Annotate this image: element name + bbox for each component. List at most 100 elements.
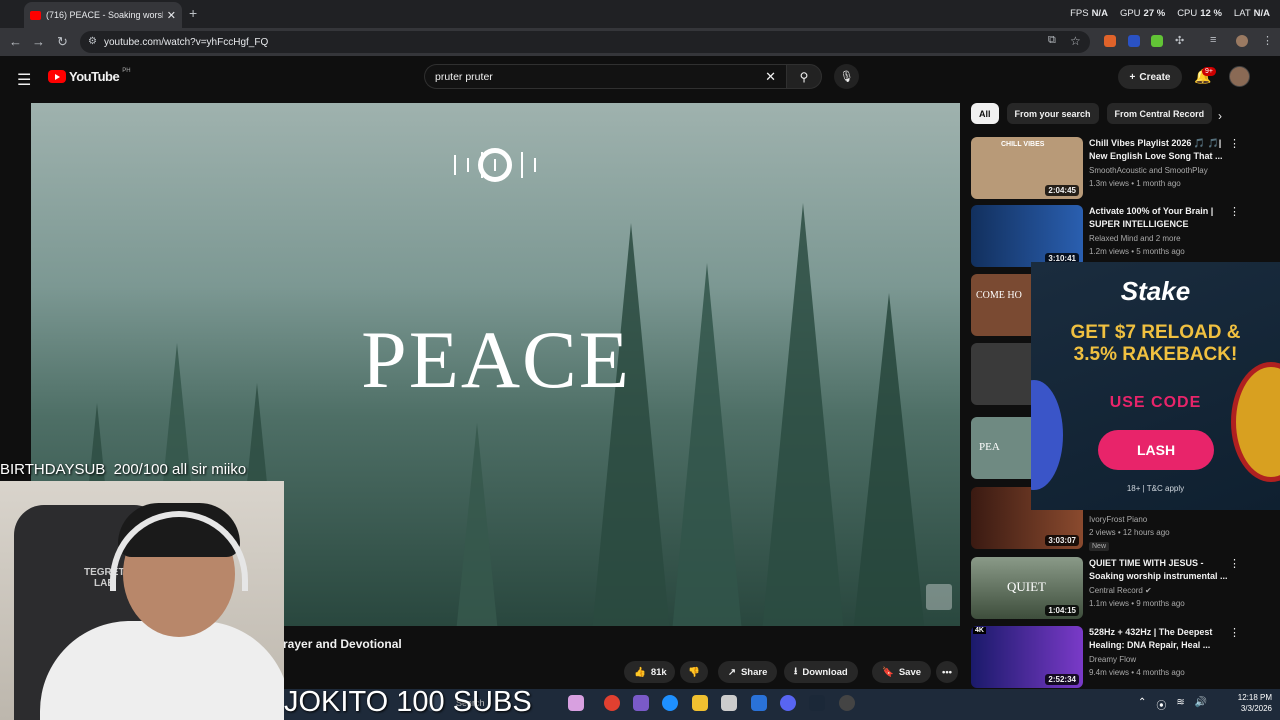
recommendation-item[interactable]: 3:10:41 Activate 100% of Your Brain | SU… — [971, 205, 1271, 269]
site-info-icon[interactable]: ⚙ — [88, 36, 97, 47]
file-explorer-icon[interactable] — [692, 695, 708, 711]
video-meta: 1.1m views • 9 months ago — [1089, 599, 1185, 608]
volume-icon[interactable]: 🔊 — [1195, 697, 1207, 712]
save-button[interactable]: 🔖 Save — [872, 661, 932, 683]
thumbs-up-icon: 👍 — [634, 666, 646, 678]
system-tray-icons: ⌃ ⦿ ≋ 🔊 — [1138, 697, 1207, 712]
tab-title: (716) PEACE - Soaking worship — [46, 10, 163, 20]
voice-search-button[interactable]: 🎙 — [834, 64, 859, 89]
location-icon[interactable]: ⦿ — [1156, 697, 1166, 712]
wifi-icon[interactable]: ≋ — [1176, 697, 1184, 712]
chip-from-your-search[interactable]: From your search — [1006, 103, 1099, 124]
video-meta: 1.3m views • 1 month ago — [1089, 179, 1181, 188]
chevron-right-icon[interactable]: › — [1218, 109, 1222, 123]
video-thumbnail[interactable]: 4K 2:52:34 — [971, 626, 1083, 688]
browser-tab-bar: (716) PEACE - Soaking worship ✕ + FPS N/A… — [0, 0, 1280, 28]
profile-avatar-icon[interactable] — [1236, 35, 1248, 47]
more-vertical-icon[interactable]: ⋮ — [1229, 557, 1240, 570]
share-button[interactable]: ↗ Share — [718, 661, 778, 683]
video-overlay-title: PEACE — [361, 314, 631, 405]
video-thumbnail[interactable]: CHILL VIBES 2:04:45 — [971, 137, 1083, 199]
more-vertical-icon[interactable]: ⋮ — [1229, 205, 1240, 218]
discord-icon[interactable] — [780, 695, 796, 711]
more-vertical-icon[interactable]: ⋮ — [1229, 137, 1240, 150]
video-meta: 9.4m views • 4 months ago — [1089, 668, 1185, 677]
chevron-up-icon[interactable]: ⌃ — [1138, 697, 1146, 712]
channel-name[interactable]: IvoryFrost Piano — [1089, 515, 1147, 524]
youtube-logo[interactable]: YouTube PH — [48, 68, 131, 84]
share-icon: ↗ — [728, 666, 736, 678]
recommendation-item[interactable]: 4K 2:52:34 528Hz + 432Hz | The Deepest H… — [971, 626, 1271, 690]
ad-brand: Stake — [1120, 276, 1191, 306]
close-tab-icon[interactable]: ✕ — [167, 9, 176, 22]
install-app-icon[interactable]: ⧉ — [1048, 34, 1056, 47]
chip-all[interactable]: All — [971, 103, 999, 124]
channel-watermark-icon[interactable] — [926, 584, 952, 610]
browser-tab[interactable]: (716) PEACE - Soaking worship ✕ — [24, 2, 182, 28]
video-meta: 2 views • 12 hours ago — [1089, 528, 1170, 537]
video-thumbnail[interactable]: QUIET 1:04:15 — [971, 557, 1083, 619]
steam-icon[interactable] — [809, 695, 825, 711]
channel-name[interactable]: Central Record ✔ — [1089, 586, 1152, 595]
store-icon[interactable] — [721, 695, 737, 711]
ad-code-button: LASH — [1098, 430, 1214, 470]
reload-icon[interactable]: ↻ — [57, 34, 68, 50]
app-icon[interactable] — [568, 695, 584, 711]
more-vertical-icon[interactable]: ⋮ — [1229, 626, 1240, 639]
microphone-icon: 🎙 — [839, 71, 854, 83]
back-icon[interactable]: ← — [9, 34, 22, 49]
video-title[interactable]: 528Hz + 432Hz | The Deepest Healing: DNA… — [1089, 626, 1229, 652]
ad-headline: GET $7 RELOAD & 3.5% RAKEBACK! — [1070, 322, 1241, 365]
notification-count-badge: 9+ — [1202, 67, 1216, 76]
forward-icon[interactable]: → — [32, 34, 45, 49]
duration-badge: 2:52:34 — [1045, 674, 1079, 685]
system-clock[interactable]: 12:18 PM 3/3/2026 — [1238, 692, 1272, 714]
hamburger-menu-icon[interactable]: ☰ — [17, 70, 31, 90]
bookmark-star-icon[interactable]: ☆ — [1070, 34, 1081, 48]
chip-from-central-record[interactable]: From Central Record — [1106, 103, 1213, 124]
duration-badge: 1:04:15 — [1045, 605, 1079, 616]
search-button[interactable]: ⚲ — [786, 64, 822, 89]
lat-stat: LAT N/A — [1233, 8, 1270, 19]
video-title: rayer and Devotional — [283, 637, 402, 651]
copilot-icon[interactable] — [633, 695, 649, 711]
channel-name[interactable]: Dreamy Flow — [1089, 655, 1136, 664]
video-thumbnail[interactable]: 3:10:41 — [971, 205, 1083, 267]
mail-icon[interactable] — [751, 695, 767, 711]
cpu-stat: CPU 12 % — [1177, 8, 1222, 19]
url-bar[interactable]: ⚙ youtube.com/watch?v=yhFccHgf_FQ — [80, 31, 1090, 53]
channel-name[interactable]: SmoothAcoustic and SmoothPlay — [1089, 166, 1208, 175]
extension-icon[interactable] — [1151, 35, 1163, 47]
chrome-icon[interactable] — [604, 695, 620, 711]
edge-icon[interactable] — [662, 695, 678, 711]
extension-icon[interactable] — [1128, 35, 1140, 47]
browser-menu-icon[interactable]: ⋮ — [1262, 34, 1273, 47]
extensions-puzzle-icon[interactable]: ✣ — [1175, 34, 1184, 47]
more-actions-button[interactable]: ••• — [936, 661, 958, 683]
webcam-feed: TEGRET LAB — [0, 481, 284, 720]
video-title[interactable]: Activate 100% of Your Brain | SUPER INTE… — [1089, 205, 1229, 232]
more-horizontal-icon: ••• — [942, 666, 952, 678]
sponsor-ad-overlay: Stake GET $7 RELOAD & 3.5% RAKEBACK! USE… — [1031, 262, 1280, 510]
birthday-sub-text: BIRTHDAYSUB 200/100 all sir miiko — [0, 461, 247, 478]
recommendation-item[interactable]: CHILL VIBES 2:04:45 Chill Vibes Playlist… — [971, 137, 1271, 201]
new-tab-icon[interactable]: + — [189, 5, 197, 21]
search-value: pruter pruter — [435, 70, 493, 83]
recommendation-item[interactable]: QUIET 1:04:15 QUIET TIME WITH JESUS - So… — [971, 557, 1271, 621]
clear-search-icon[interactable]: ✕ — [765, 69, 776, 85]
plus-icon: + — [1129, 71, 1136, 83]
extension-icon[interactable] — [1104, 35, 1116, 47]
video-title[interactable]: QUIET TIME WITH JESUS - Soaking worship … — [1089, 557, 1229, 583]
obs-icon[interactable] — [839, 695, 855, 711]
video-title[interactable]: Chill Vibes Playlist 2026 🎵 🎵| New Engli… — [1089, 137, 1229, 163]
sub-goal-text: JOKITO 100 SUBS — [284, 686, 532, 718]
account-avatar[interactable] — [1229, 66, 1250, 87]
download-button[interactable]: ⭳ Download — [784, 661, 858, 683]
dislike-button[interactable]: 👎 — [680, 661, 708, 683]
reading-list-icon[interactable]: ≡ — [1210, 34, 1216, 46]
like-button[interactable]: 👍 81k — [624, 661, 675, 683]
search-input[interactable]: pruter pruter ✕ — [424, 64, 786, 89]
create-button[interactable]: + Create — [1118, 65, 1182, 89]
url-text: youtube.com/watch?v=yhFccHgf_FQ — [104, 36, 269, 48]
channel-name[interactable]: Relaxed Mind and 2 more — [1089, 234, 1181, 243]
